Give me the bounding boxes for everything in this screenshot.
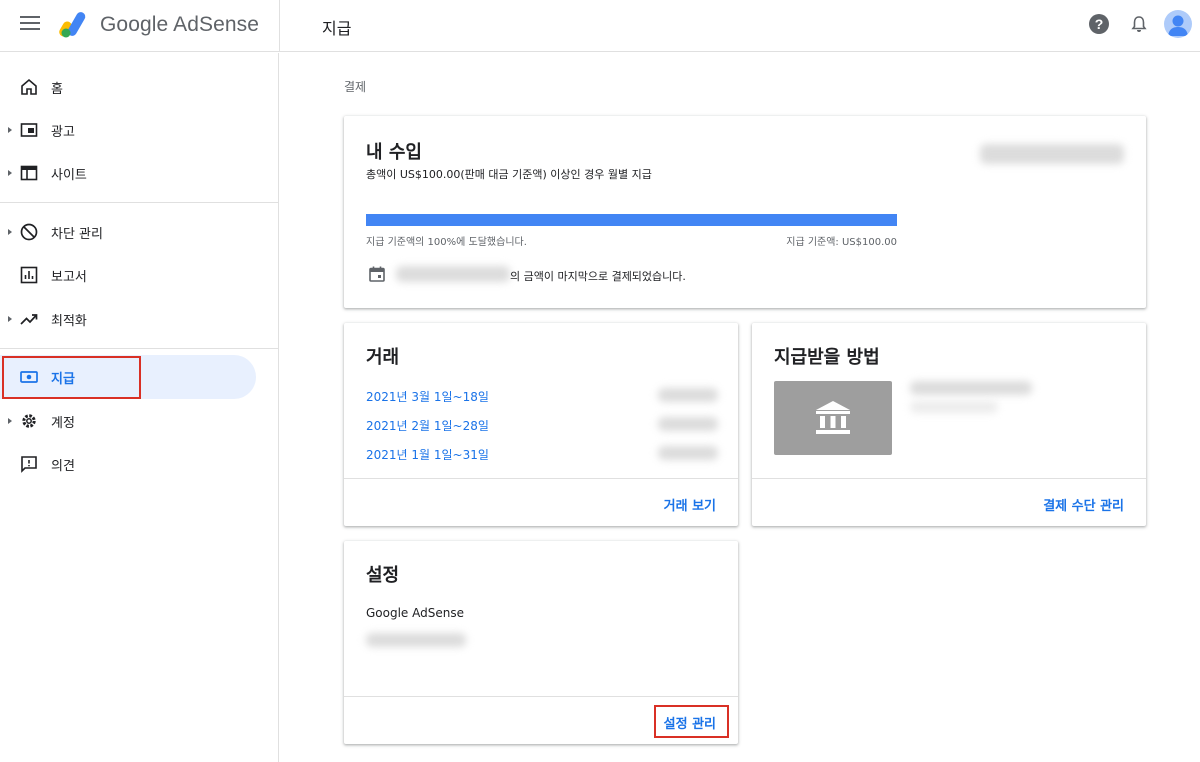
- breadcrumb: 결제: [344, 80, 367, 94]
- sidebar-item-label: 차단 관리: [51, 226, 103, 242]
- transaction-period-link[interactable]: 2021년 3월 1일~18일: [366, 388, 489, 405]
- sidebar-item-reports[interactable]: 보고서: [0, 253, 256, 297]
- progress-caption: 지급 기준액의 100%에 도달했습니다.: [366, 237, 527, 248]
- home-icon: [21, 78, 37, 95]
- sites-icon: [20, 165, 38, 181]
- last-payment-text: 의 금액이 마지막으로 결제되었습니다.: [510, 270, 686, 283]
- avatar[interactable]: [1164, 10, 1192, 38]
- transaction-amount-redacted: [658, 388, 718, 402]
- payment-method-card: 지급받을 방법 결제 수단 관리: [752, 323, 1146, 526]
- sidebar-item-label: 보고서: [51, 269, 87, 285]
- payment-threshold-track: [366, 214, 897, 226]
- sidebar-item-label: 의견: [51, 458, 75, 474]
- earnings-title: 내 수입: [366, 142, 422, 163]
- highlight-box-manage-settings: [654, 705, 729, 738]
- card-divider: [752, 478, 1146, 479]
- sidebar-item-label: 홈: [51, 81, 63, 97]
- transaction-amount-redacted: [658, 446, 718, 460]
- bank-icon: [816, 401, 850, 434]
- header-divider: [279, 0, 280, 52]
- expand-caret-icon[interactable]: [8, 418, 12, 424]
- adsense-logo-icon: [59, 12, 86, 38]
- page-title: 지급: [322, 19, 352, 38]
- expand-caret-icon[interactable]: [8, 127, 12, 133]
- block-icon: [20, 223, 38, 241]
- sidebar-item-blocking-controls[interactable]: 차단 관리: [0, 210, 256, 254]
- sidebar-item-label: 광고: [51, 124, 75, 140]
- sidebar-divider: [0, 202, 279, 203]
- transaction-amount-redacted: [658, 417, 718, 431]
- expand-caret-icon[interactable]: [8, 229, 12, 235]
- feedback-icon: [21, 456, 37, 473]
- earnings-subtitle: 총액이 US$100.00(판매 대금 기준액) 이상인 경우 월별 지급: [366, 168, 652, 181]
- transactions-card: 거래 2021년 3월 1일~18일 2021년 2월 1일~28일 2021년…: [344, 323, 738, 526]
- reports-icon: [20, 266, 38, 284]
- manage-payment-methods-button[interactable]: 결제 수단 관리: [1043, 495, 1124, 514]
- payment-threshold-bar: [366, 214, 897, 226]
- trending-up-icon: [20, 314, 38, 325]
- payment-method-title: 지급받을 방법: [774, 347, 880, 368]
- expand-caret-icon[interactable]: [8, 170, 12, 176]
- user-avatar-icon: [1168, 15, 1188, 36]
- sidebar-item-label: 최적화: [51, 313, 87, 329]
- bank-account-redacted: [910, 401, 998, 413]
- sidebar-item-label: 계정: [51, 415, 75, 431]
- card-divider: [344, 696, 738, 697]
- settings-title: 설정: [366, 565, 400, 586]
- transaction-period-link[interactable]: 2021년 2월 1일~28일: [366, 417, 489, 434]
- sidebar-divider: [0, 348, 279, 349]
- calendar-icon: [369, 266, 385, 282]
- gear-icon: [22, 414, 36, 428]
- sidebar-item-label: 사이트: [51, 167, 87, 183]
- account-id-redacted: [366, 633, 466, 647]
- transactions-title: 거래: [366, 347, 400, 368]
- sidebar-item-account[interactable]: 계정: [0, 399, 256, 443]
- transaction-period-link[interactable]: 2021년 1월 1일~31일: [366, 446, 489, 463]
- sidebar-item-home[interactable]: 홈: [0, 65, 256, 109]
- account-name: Google AdSense: [366, 606, 464, 620]
- sidebar-item-optimization[interactable]: 최적화: [0, 297, 256, 341]
- bank-name-redacted: [910, 381, 1032, 395]
- top-app-bar: Google AdSense 지급 ?: [0, 0, 1200, 52]
- highlight-box-payments: [2, 356, 141, 399]
- card-divider: [344, 478, 738, 479]
- bank-image: [774, 381, 892, 455]
- sidebar-item-ads[interactable]: 광고: [0, 108, 256, 152]
- menu-icon[interactable]: [20, 16, 40, 34]
- sidebar-item-sites[interactable]: 사이트: [0, 151, 256, 195]
- notification-bell-icon[interactable]: [1129, 14, 1149, 34]
- threshold-caption: 지급 기준액: US$100.00: [786, 237, 897, 248]
- help-icon[interactable]: ?: [1089, 14, 1109, 34]
- balance-value-redacted: [980, 144, 1124, 164]
- view-transactions-button[interactable]: 거래 보기: [664, 495, 716, 514]
- sidebar: 홈 광고 사이트 차단 관리 보고서 최적화 지급 계정 의견: [0, 53, 279, 762]
- brand-name: Google AdSense: [100, 13, 260, 36]
- sidebar-item-feedback[interactable]: 의견: [0, 442, 256, 486]
- earnings-card: 내 수입 총액이 US$100.00(판매 대금 기준액) 이상인 경우 월별 …: [344, 116, 1146, 308]
- expand-caret-icon[interactable]: [8, 316, 12, 322]
- ads-icon: [20, 123, 38, 137]
- last-payment-date-redacted: [396, 266, 510, 282]
